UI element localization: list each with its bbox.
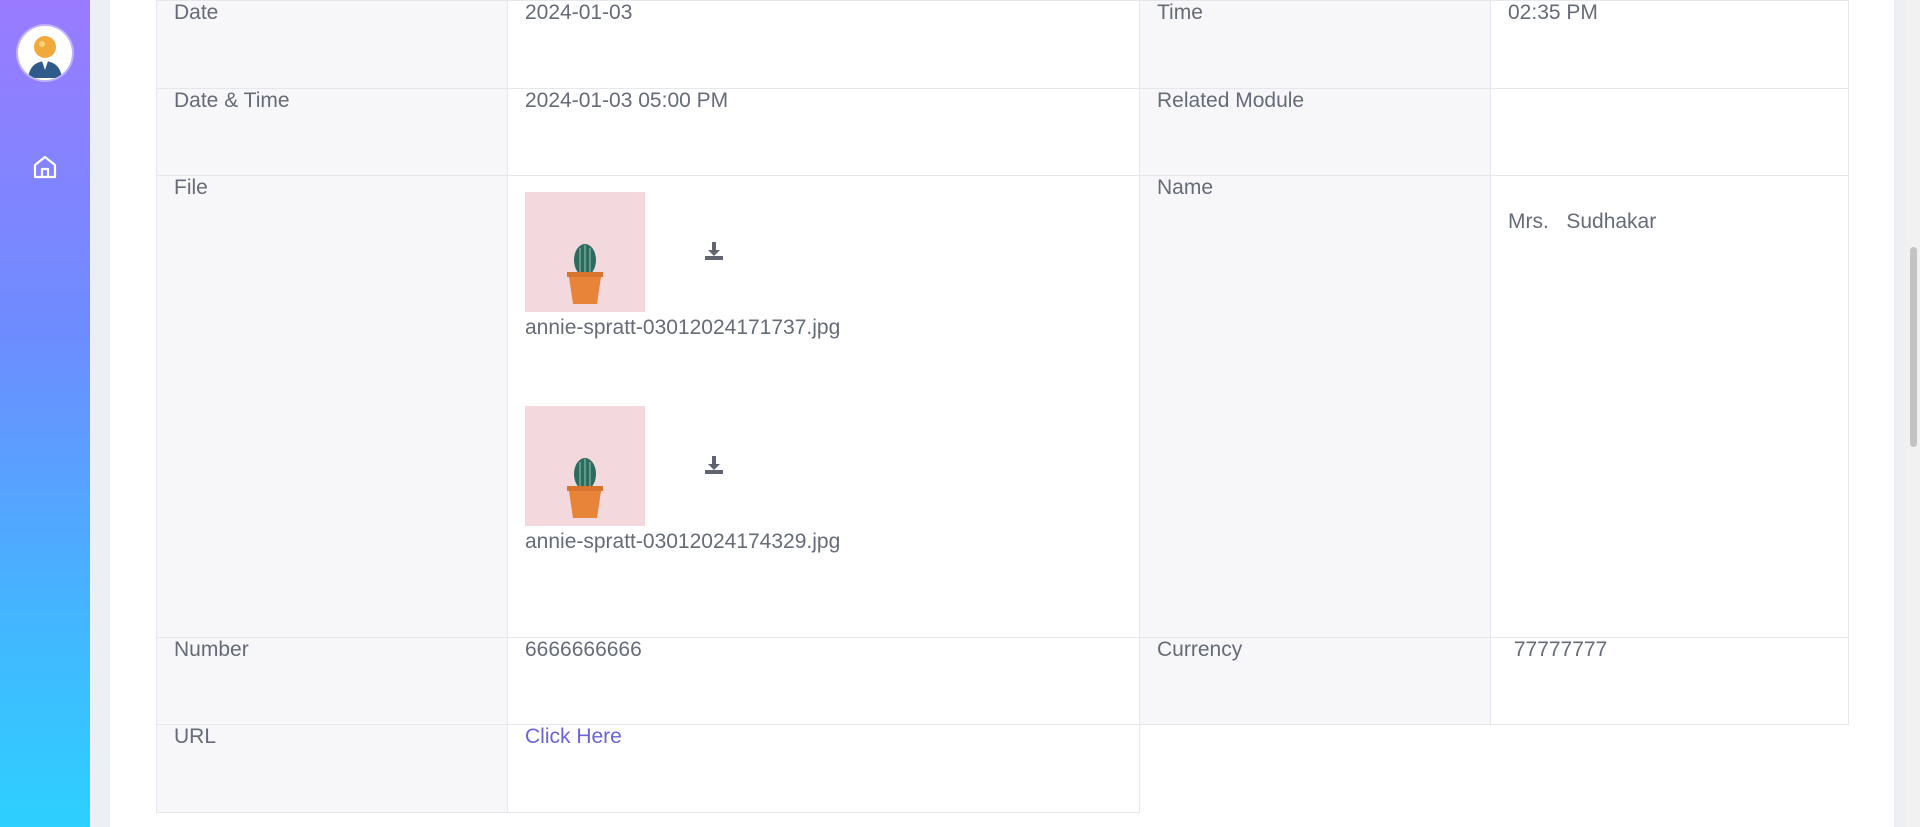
name-value: Mrs. Sudhakar bbox=[1490, 175, 1849, 638]
date-label: Date bbox=[156, 0, 508, 89]
number-label: Number bbox=[156, 637, 508, 725]
download-icon[interactable] bbox=[703, 454, 725, 476]
home-icon[interactable] bbox=[31, 153, 59, 181]
file-thumbnail[interactable] bbox=[525, 406, 645, 526]
time-value: 02:35 PM bbox=[1490, 0, 1849, 89]
user-avatar-icon[interactable] bbox=[18, 26, 72, 80]
detail-row: File annie-spratt-03012024171737.jpg ann… bbox=[156, 175, 1849, 638]
detail-row: Date 2024-01-03 Time 02:35 PM bbox=[156, 0, 1849, 89]
number-value: 6666666666 bbox=[507, 637, 1140, 725]
file-item: annie-spratt-03012024171737.jpg bbox=[525, 192, 1085, 340]
detail-row: Number 6666666666 Currency 77777777 bbox=[156, 637, 1849, 725]
record-detail-table: Date 2024-01-03 Time 02:35 PM Date & Tim… bbox=[156, 0, 1849, 813]
detail-row: Date & Time 2024-01-03 05:00 PM Related … bbox=[156, 88, 1849, 176]
date-value: 2024-01-03 bbox=[507, 0, 1140, 89]
file-value: annie-spratt-03012024171737.jpg annie-sp… bbox=[507, 175, 1140, 638]
datetime-value: 2024-01-03 05:00 PM bbox=[507, 88, 1140, 176]
currency-label: Currency bbox=[1139, 637, 1491, 725]
file-item: annie-spratt-03012024174329.jpg bbox=[525, 406, 1085, 554]
related-module-label: Related Module bbox=[1139, 88, 1491, 176]
currency-value: 77777777 bbox=[1490, 637, 1849, 725]
download-icon[interactable] bbox=[703, 240, 725, 262]
file-name[interactable]: annie-spratt-03012024171737.jpg bbox=[525, 316, 1085, 340]
datetime-label: Date & Time bbox=[156, 88, 508, 176]
url-label: URL bbox=[156, 724, 508, 813]
empty-cell bbox=[1140, 725, 1849, 813]
url-link[interactable]: Click Here bbox=[525, 725, 622, 748]
detail-row: URL Click Here bbox=[156, 724, 1849, 813]
time-label: Time bbox=[1139, 0, 1491, 89]
related-module-value bbox=[1490, 88, 1849, 176]
sidebar bbox=[0, 0, 90, 827]
url-value: Click Here bbox=[507, 724, 1140, 813]
file-thumbnail[interactable] bbox=[525, 192, 645, 312]
file-name[interactable]: annie-spratt-03012024174329.jpg bbox=[525, 530, 1085, 554]
file-label: File bbox=[156, 175, 508, 638]
name-label: Name bbox=[1139, 175, 1491, 638]
scrollbar-thumb[interactable] bbox=[1910, 247, 1917, 447]
